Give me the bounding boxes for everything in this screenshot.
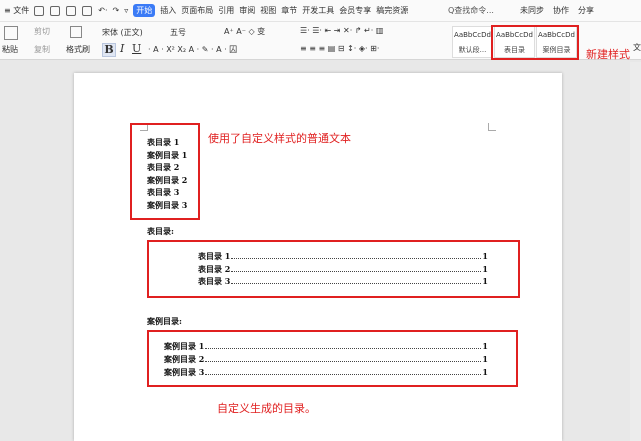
toc-label: 案例目录 2: [164, 354, 205, 364]
paste-icon[interactable]: [4, 26, 18, 40]
toc-leader: [231, 264, 482, 272]
toc-page: 1: [482, 251, 488, 261]
margin-corner: [488, 123, 496, 131]
styled-text-annotation: 使用了自定义样式的普通文本: [208, 132, 351, 145]
case-toc-heading[interactable]: 案例目录:: [147, 316, 182, 327]
customize-icon[interactable]: ▿: [124, 6, 128, 15]
toc-leader: [205, 354, 482, 362]
toc-page: 1: [482, 354, 488, 364]
style-default[interactable]: AaBbCcDd 默认段...: [452, 26, 493, 58]
tab-home[interactable]: 开始: [133, 4, 156, 17]
print-icon[interactable]: [66, 5, 77, 16]
bold-button[interactable]: B: [102, 43, 116, 57]
styled-line[interactable]: 案例目录 3: [147, 200, 187, 211]
align-icon[interactable]: ≡ ≡ ≡ ▤ ⊟ ↕· ◈· ⊞·: [300, 44, 379, 53]
tab-view[interactable]: 视图: [260, 5, 276, 16]
list-bullet-icon[interactable]: ☰· ☰· ⇤ ⇥ ✕· ↱ ↵· ▥: [300, 26, 383, 35]
cut-button[interactable]: 剪切: [34, 26, 50, 37]
toc-entry[interactable]: 案例目录 1 1: [164, 341, 488, 352]
style-name: 默认段...: [458, 46, 487, 54]
styled-line[interactable]: 表目录 2: [147, 162, 179, 173]
font-size-select[interactable]: 五号: [170, 27, 186, 38]
new-style-highlight: [491, 25, 579, 60]
tab-insert[interactable]: 插入: [160, 5, 176, 16]
toc-entry[interactable]: 表目录 1 1: [198, 251, 488, 262]
tab-references[interactable]: 引用: [218, 5, 234, 16]
toc-leader: [205, 367, 482, 375]
font-family-select[interactable]: 宋体 (正文): [102, 27, 143, 38]
ribbon-overflow[interactable]: 文: [633, 42, 641, 53]
new-style-annotation: 新建样式: [586, 48, 630, 61]
underline-button[interactable]: U: [132, 42, 141, 55]
toc-label: 案例目录 1: [164, 341, 205, 351]
toc-page: 1: [482, 276, 488, 286]
file-menu[interactable]: ≡ 文件: [4, 5, 29, 16]
toc-label: 案例目录 3: [164, 367, 205, 377]
toc-label: 表目录 1: [198, 251, 231, 261]
toc-page: 1: [482, 367, 488, 377]
toc-leader: [231, 251, 482, 259]
search-command-input[interactable]: Q查找命令...: [448, 5, 494, 16]
tab-developer[interactable]: 开发工具: [302, 5, 334, 16]
tab-chapter[interactable]: 章节: [281, 5, 297, 16]
right-actions: 未同步 协作 分享: [520, 5, 594, 16]
format-painter-icon[interactable]: [70, 26, 82, 38]
document-page: 表目录 1 案例目录 1 表目录 2 案例目录 2 表目录 3 案例目录 3 使…: [74, 73, 562, 441]
toc-page: 1: [482, 341, 488, 351]
toc-entry[interactable]: 表目录 2 1: [198, 264, 488, 275]
tab-page-layout[interactable]: 页面布局: [181, 5, 213, 16]
redo-icon[interactable]: ↷: [113, 6, 120, 15]
font-effects-icon[interactable]: · A · X² X₂ A · ✎ · A · 囚: [148, 44, 237, 55]
copy-button[interactable]: 复制: [34, 44, 50, 55]
toc-leader: [205, 341, 482, 349]
font-grow-icon[interactable]: A⁺ A⁻ ◇ 变: [224, 26, 265, 37]
format-painter-button[interactable]: 格式刷: [66, 44, 90, 55]
collaborate-button[interactable]: 协作: [553, 5, 569, 16]
tab-member[interactable]: 会员专享: [339, 5, 371, 16]
undo-icon[interactable]: ↶·: [98, 6, 107, 15]
toc-leader: [231, 276, 482, 284]
toc-label: 表目录 3: [198, 276, 231, 286]
toc-entry[interactable]: 案例目录 2 1: [164, 354, 488, 365]
paste-button[interactable]: 粘贴: [2, 44, 18, 55]
tab-review[interactable]: 审阅: [239, 5, 255, 16]
sync-button[interactable]: 未同步: [520, 5, 544, 16]
share-button[interactable]: 分享: [578, 5, 594, 16]
table-toc-heading[interactable]: 表目录:: [147, 226, 174, 237]
toc-entry[interactable]: 案例目录 3 1: [164, 367, 488, 378]
toc-page: 1: [482, 264, 488, 274]
preview-icon[interactable]: [82, 5, 93, 16]
toc-label: 表目录 2: [198, 264, 231, 274]
styled-line[interactable]: 表目录 3: [147, 187, 179, 198]
styled-line[interactable]: 案例目录 1: [147, 150, 187, 161]
save-icon[interactable]: [34, 5, 45, 16]
vertical-scrollbar[interactable]: [630, 62, 641, 441]
tab-resources[interactable]: 稿完资源: [376, 5, 408, 16]
toc-entry[interactable]: 表目录 3 1: [198, 276, 488, 287]
style-preview: AaBbCcDd: [454, 31, 491, 39]
styled-line[interactable]: 案例目录 2: [147, 175, 187, 186]
styled-line[interactable]: 表目录 1: [147, 137, 179, 148]
export-icon[interactable]: [50, 5, 61, 16]
custom-toc-annotation: 自定义生成的目录。: [217, 402, 316, 415]
italic-button[interactable]: I: [120, 42, 124, 55]
